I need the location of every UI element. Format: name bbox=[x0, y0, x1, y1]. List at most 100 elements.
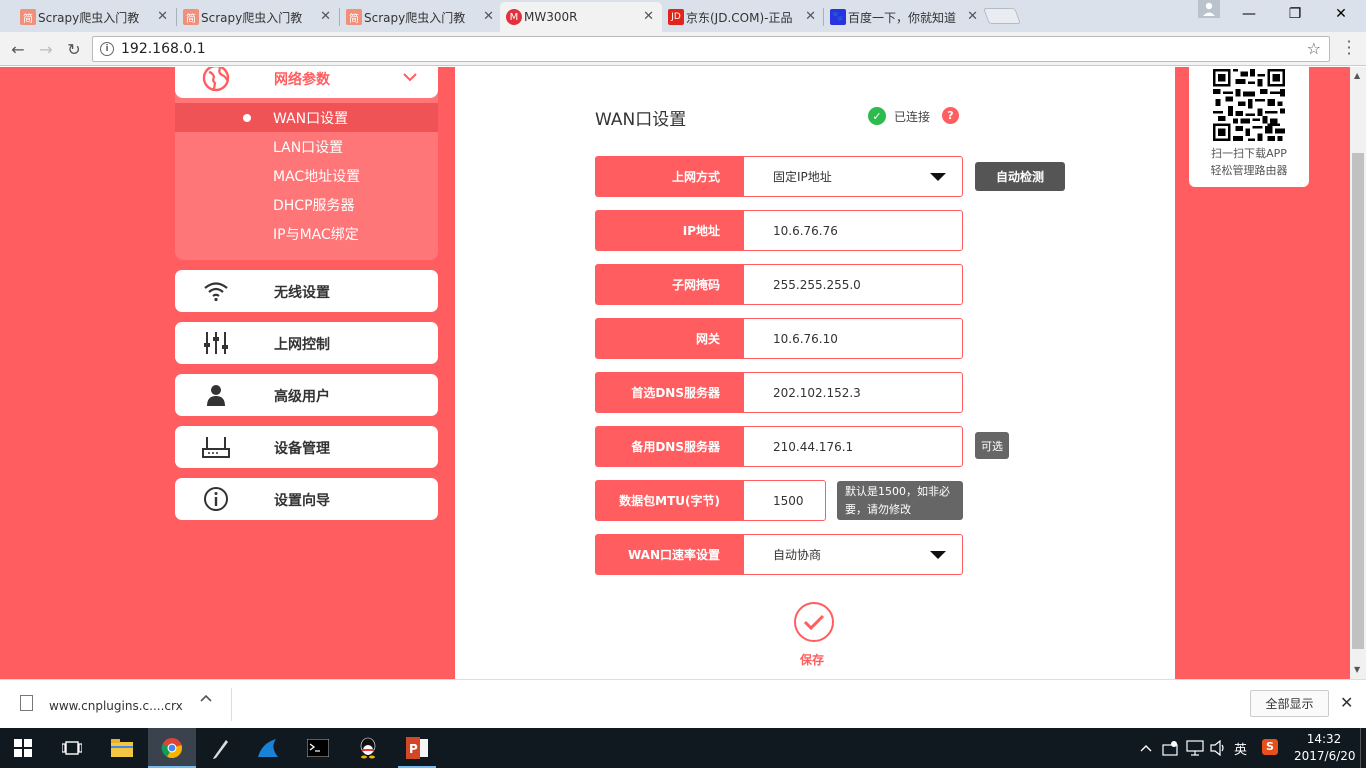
tray-app-icon[interactable] bbox=[1162, 740, 1180, 756]
tab-close-icon[interactable]: ✕ bbox=[805, 9, 816, 24]
tab-title: Scrapy爬虫入门教 bbox=[201, 10, 303, 25]
browser-menu-icon[interactable]: · · · bbox=[1344, 34, 1354, 62]
gateway-field[interactable]: 网关 10.6.76.10 bbox=[595, 318, 963, 359]
browser-tab[interactable]: JD 京东(JD.COM)-正品 ✕ bbox=[662, 2, 824, 32]
reload-button[interactable]: ↻ bbox=[63, 38, 85, 60]
powerpoint-icon[interactable]: P bbox=[405, 736, 429, 760]
save-button[interactable] bbox=[794, 602, 834, 642]
browser-tab[interactable]: 简 Scrapy爬虫入门教 ✕ bbox=[177, 2, 339, 32]
profile-icon[interactable] bbox=[1198, 0, 1220, 18]
task-view-icon[interactable] bbox=[62, 740, 82, 756]
address-bar[interactable]: i 192.168.0.1 ☆ bbox=[92, 36, 1330, 62]
minimize-button[interactable]: — bbox=[1226, 0, 1272, 28]
mtu-field[interactable]: 数据包MTU(字节) 1500 bbox=[595, 480, 826, 521]
sidebar-item-device-management[interactable]: 设备管理 bbox=[175, 426, 438, 468]
scrollbar-thumb[interactable] bbox=[1352, 153, 1364, 649]
ime-indicator[interactable]: 英 bbox=[1234, 739, 1247, 758]
field-value[interactable]: 1500 bbox=[744, 481, 825, 520]
back-button[interactable]: ← bbox=[7, 38, 29, 60]
sidebar-item-setup-wizard[interactable]: 设置向导 bbox=[175, 478, 438, 520]
tab-close-icon[interactable]: ✕ bbox=[320, 9, 331, 24]
tab-title: Scrapy爬虫入门教 bbox=[38, 10, 140, 25]
volume-icon[interactable] bbox=[1210, 740, 1228, 756]
subnet-mask-field[interactable]: 子网掩码 255.255.255.0 bbox=[595, 264, 963, 305]
maximize-button[interactable]: ❐ bbox=[1272, 0, 1318, 28]
sidebar-item-wan[interactable]: WAN口设置 bbox=[175, 103, 438, 132]
sidebar-item-wireless[interactable]: 无线设置 bbox=[175, 270, 438, 312]
show-all-downloads-button[interactable]: 全部显示 bbox=[1250, 690, 1329, 717]
save-label[interactable]: 保存 bbox=[800, 651, 824, 668]
status-text: 已连接 bbox=[894, 109, 931, 124]
tab-title: Scrapy爬虫入门教 bbox=[364, 10, 466, 25]
forward-button[interactable]: → bbox=[35, 38, 57, 60]
close-window-button[interactable]: ✕ bbox=[1318, 0, 1364, 28]
chevron-down-icon bbox=[403, 73, 417, 82]
sidebar-item-internet-control[interactable]: 上网控制 bbox=[175, 322, 438, 364]
browser-tab[interactable]: 简 Scrapy爬虫入门教 ✕ bbox=[340, 2, 502, 32]
field-value[interactable]: 10.6.76.10 bbox=[744, 319, 962, 358]
clock-date: 2017/6/20 bbox=[1294, 749, 1356, 763]
connection-type-select[interactable]: 上网方式 固定IP地址 bbox=[595, 156, 963, 197]
download-bar: www.cnplugins.c....crx 全部显示 ✕ bbox=[0, 679, 1366, 728]
sogou-ime-icon[interactable]: S bbox=[1262, 739, 1278, 755]
system-clock[interactable]: 14:32 2017/6/20 bbox=[1294, 731, 1356, 765]
secondary-dns-field[interactable]: 备用DNS服务器 210.44.176.1 bbox=[595, 426, 963, 467]
show-desktop-button[interactable] bbox=[1360, 728, 1366, 768]
terminal-icon[interactable] bbox=[306, 736, 330, 760]
optional-badge: 可选 bbox=[975, 432, 1009, 459]
qq-icon[interactable] bbox=[356, 736, 380, 760]
tab-close-icon[interactable]: ✕ bbox=[643, 9, 654, 24]
network-params-menu: 网络参数 WAN口设置 LAN口设置 MAC地址设置 DHCP服务器 IP与MA… bbox=[175, 67, 438, 260]
qr-line-2: 轻松管理路由器 bbox=[1210, 164, 1288, 177]
tab-title: 京东(JD.COM)-正品 bbox=[686, 10, 793, 25]
network-params-header[interactable]: 网络参数 bbox=[175, 67, 438, 98]
new-tab-button[interactable] bbox=[983, 8, 1021, 24]
tab-close-icon[interactable]: ✕ bbox=[157, 9, 168, 24]
ip-address-field[interactable]: IP地址 10.6.76.76 bbox=[595, 210, 963, 251]
sidebar-item-dhcp[interactable]: DHCP服务器 bbox=[175, 190, 438, 219]
jianshu-favicon-icon: 简 bbox=[183, 9, 199, 25]
dropdown-arrow-icon[interactable] bbox=[930, 551, 946, 559]
wifi-icon bbox=[204, 282, 228, 302]
field-label: 数据包MTU(字节) bbox=[596, 481, 744, 520]
site-info-icon[interactable]: i bbox=[100, 42, 114, 56]
download-filename[interactable]: www.cnplugins.c....crx bbox=[49, 699, 183, 713]
shark-app-icon[interactable] bbox=[256, 736, 280, 760]
tray-expand-icon[interactable] bbox=[1140, 744, 1152, 752]
wan-speed-select[interactable]: WAN口速率设置 自动协商 bbox=[595, 534, 963, 575]
pen-app-icon[interactable] bbox=[208, 736, 232, 760]
file-explorer-icon[interactable] bbox=[110, 736, 134, 760]
bookmark-star-icon[interactable]: ☆ bbox=[1307, 39, 1321, 58]
help-icon[interactable]: ? bbox=[942, 107, 959, 124]
app-download-card: 扫一扫下载APP 轻松管理路由器 bbox=[1189, 67, 1309, 187]
windows-start-icon[interactable] bbox=[14, 739, 32, 757]
app-download-text: 扫一扫下载APP 轻松管理路由器 bbox=[1189, 145, 1309, 179]
field-value[interactable]: 210.44.176.1 bbox=[744, 427, 962, 466]
chevron-up-icon[interactable] bbox=[200, 694, 212, 702]
scroll-down-icon[interactable]: ▼ bbox=[1354, 665, 1360, 674]
jianshu-favicon-icon: 简 bbox=[346, 9, 362, 25]
chrome-icon[interactable] bbox=[160, 736, 184, 760]
wan-settings-panel: WAN口设置 ✓ 已连接 ? 上网方式 固定IP地址 自动检测 IP地址 10.… bbox=[455, 67, 1175, 679]
tab-close-icon[interactable]: ✕ bbox=[483, 9, 494, 24]
sidebar-item-label: 设备管理 bbox=[274, 441, 330, 457]
field-value[interactable]: 202.102.152.3 bbox=[744, 373, 962, 412]
field-value[interactable]: 10.6.76.76 bbox=[744, 211, 962, 250]
field-value[interactable]: 255.255.255.0 bbox=[744, 265, 962, 304]
browser-tab[interactable]: 简 Scrapy爬虫入门教 ✕ bbox=[14, 2, 176, 32]
dropdown-arrow-icon[interactable] bbox=[930, 173, 946, 181]
sidebar-item-label: 无线设置 bbox=[274, 285, 330, 301]
network-status-icon[interactable] bbox=[1186, 740, 1204, 756]
sidebar-item-advanced-user[interactable]: 高级用户 bbox=[175, 374, 438, 416]
auto-detect-button[interactable]: 自动检测 bbox=[975, 162, 1065, 191]
tab-close-icon[interactable]: ✕ bbox=[967, 9, 978, 24]
primary-dns-field[interactable]: 首选DNS服务器 202.102.152.3 bbox=[595, 372, 963, 413]
close-download-bar-icon[interactable]: ✕ bbox=[1340, 693, 1353, 712]
scroll-up-icon[interactable]: ▲ bbox=[1354, 71, 1360, 80]
browser-tab-active[interactable]: M MW300R ✕ bbox=[500, 2, 662, 32]
sidebar-item-lan[interactable]: LAN口设置 bbox=[175, 132, 438, 161]
browser-tab[interactable]: 🐾 百度一下，你就知道 ✕ bbox=[824, 2, 986, 32]
sidebar-item-mac[interactable]: MAC地址设置 bbox=[175, 161, 438, 190]
sidebar-item-ip-mac-binding[interactable]: IP与MAC绑定 bbox=[175, 219, 438, 248]
page-scrollbar[interactable]: ▲ ▼ bbox=[1350, 67, 1366, 679]
